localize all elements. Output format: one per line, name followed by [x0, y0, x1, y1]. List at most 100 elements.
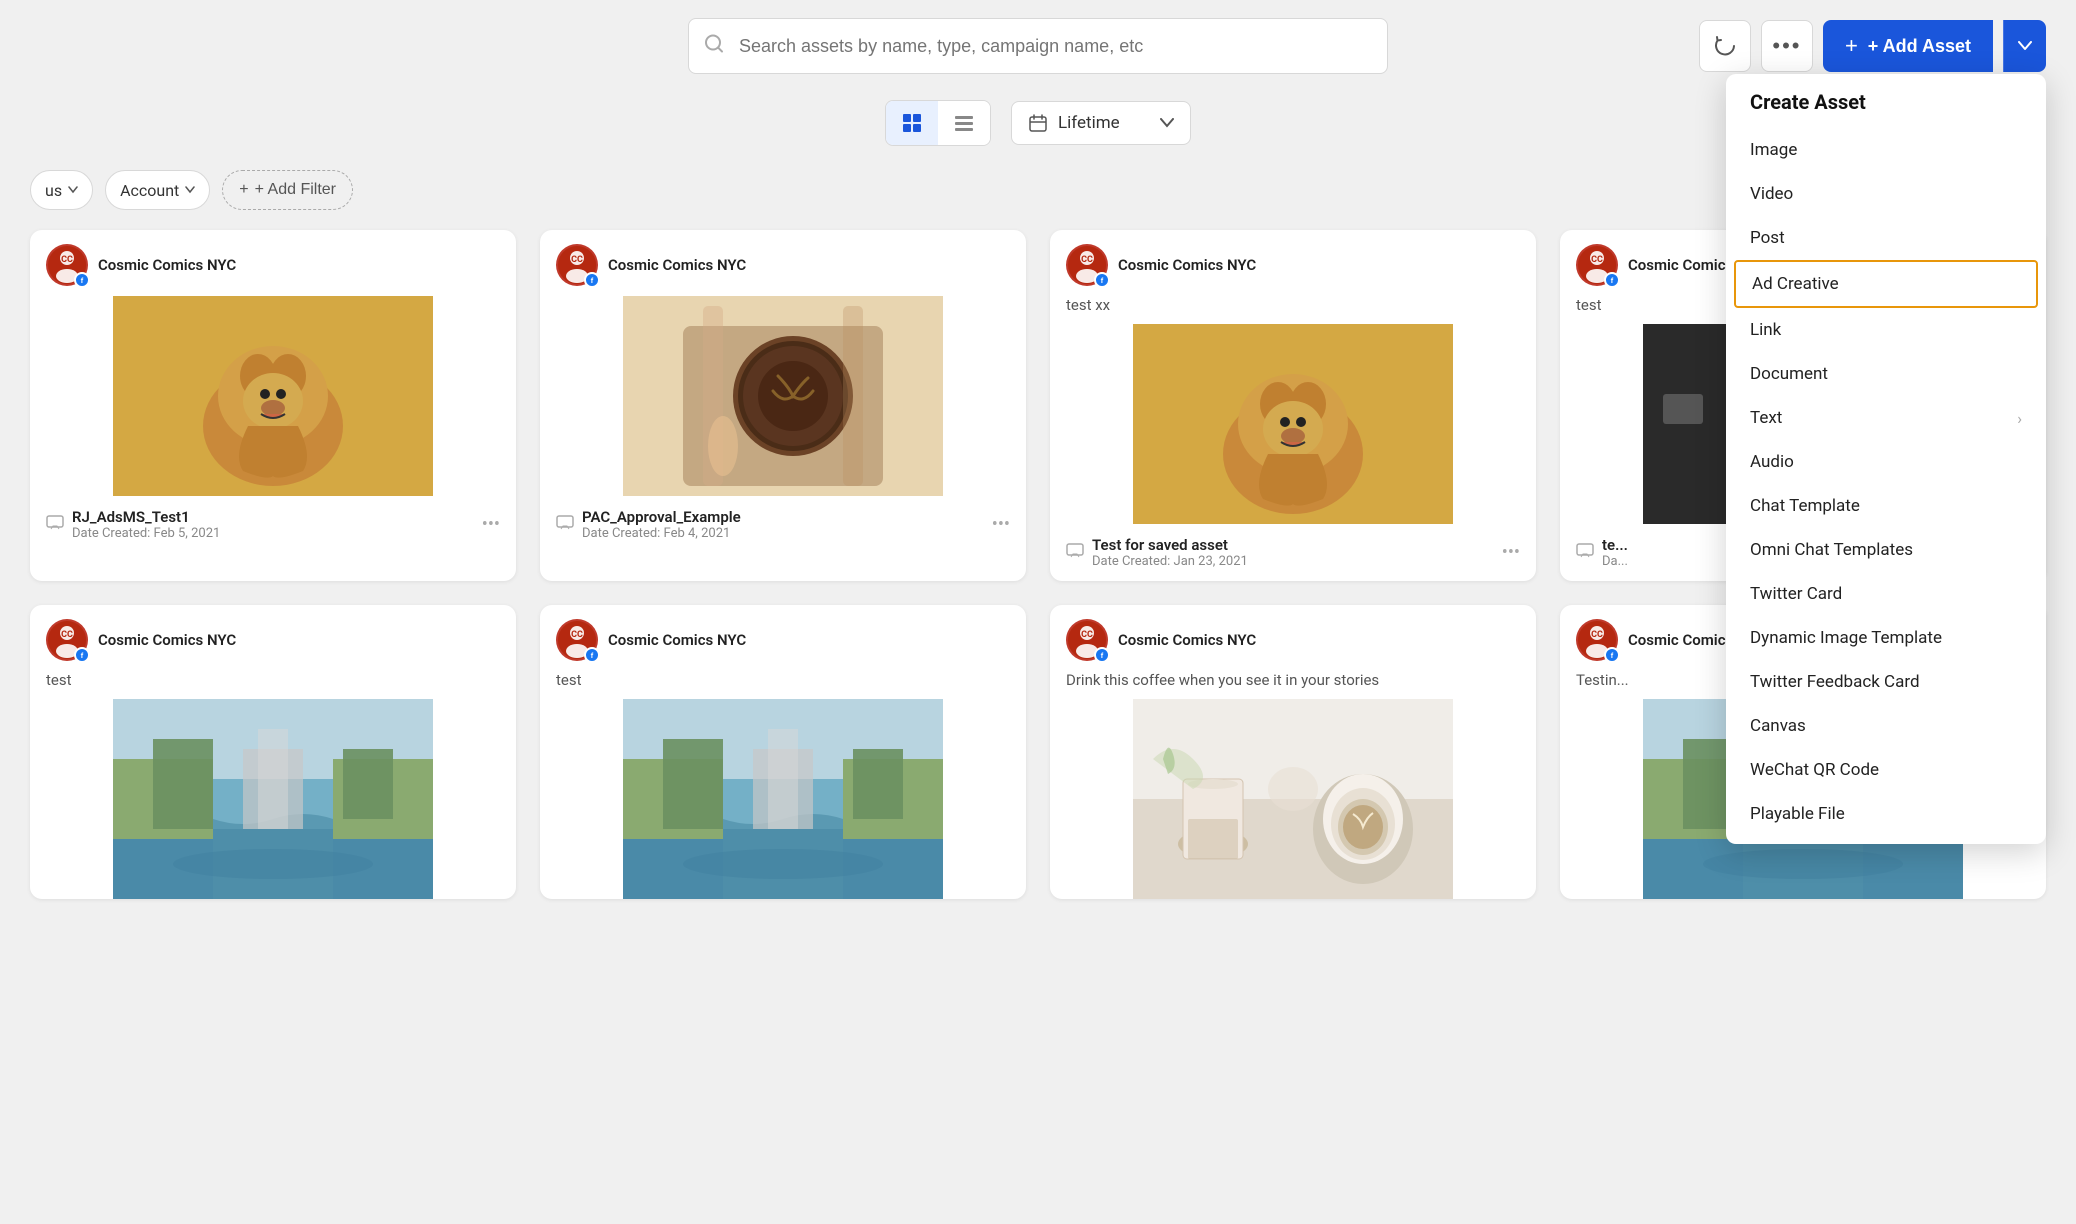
- dropdown-item-label: Image: [1750, 140, 1797, 160]
- fb-badge: f: [1094, 647, 1110, 663]
- dropdown-item-omni-chat-templates[interactable]: Omni Chat Templates: [1726, 528, 2046, 572]
- brand-avatar: CC f: [1066, 619, 1108, 661]
- refresh-button[interactable]: [1699, 20, 1751, 72]
- dropdown-item-label: Playable File: [1750, 804, 1845, 824]
- brand-avatar: CC f: [1576, 619, 1618, 661]
- asset-card[interactable]: CC f Cosmic Comics NYC test: [540, 605, 1026, 899]
- add-filter-button[interactable]: + + Add Filter: [222, 170, 353, 210]
- dropdown-item-chat-template[interactable]: Chat Template: [1726, 484, 2046, 528]
- brand-avatar: CC f: [556, 619, 598, 661]
- search-input[interactable]: [688, 18, 1388, 74]
- asset-card-footer: Test for saved asset Date Created: Jan 2…: [1050, 524, 1536, 581]
- svg-text:CC: CC: [571, 630, 583, 640]
- calendar-icon: [1028, 113, 1048, 133]
- top-actions: ••• + + Add Asset: [1699, 20, 2046, 72]
- asset-more-button[interactable]: •••: [482, 514, 500, 535]
- asset-card-header: CC f Cosmic Comics NYC: [30, 605, 516, 671]
- dropdown-title: Create Asset: [1726, 90, 2046, 128]
- more-button[interactable]: •••: [1761, 20, 1813, 72]
- add-asset-dropdown-button[interactable]: [2003, 20, 2046, 72]
- dropdown-item-audio[interactable]: Audio: [1726, 440, 2046, 484]
- dropdown-item-canvas[interactable]: Canvas: [1726, 704, 2046, 748]
- dropdown-item-link[interactable]: Link: [1726, 308, 2046, 352]
- dropdown-item-ad-creative[interactable]: Ad Creative: [1734, 260, 2038, 308]
- dropdown-item-document[interactable]: Document: [1726, 352, 2046, 396]
- filter-chip-account[interactable]: Account: [105, 170, 210, 210]
- asset-card-footer: RJ_AdsMS_Test1 Date Created: Feb 5, 2021…: [30, 496, 516, 553]
- asset-more-button[interactable]: •••: [992, 514, 1010, 535]
- asset-card[interactable]: CC f Cosmic Comics NYC test xx: [1050, 230, 1536, 581]
- dropdown-item-dynamic-image-template[interactable]: Dynamic Image Template: [1726, 616, 2046, 660]
- asset-card-header: CC f Cosmic Comics NYC: [540, 605, 1026, 671]
- fb-badge: f: [1094, 272, 1110, 288]
- dropdown-item-twitter-card[interactable]: Twitter Card: [1726, 572, 2046, 616]
- lifetime-select[interactable]: Lifetime: [1011, 101, 1191, 145]
- dropdown-item-post[interactable]: Post: [1726, 216, 2046, 260]
- add-asset-button[interactable]: + + Add Asset: [1823, 20, 1993, 72]
- dropdown-item-text[interactable]: Text ›: [1726, 396, 2046, 440]
- asset-card[interactable]: CC f Cosmic Comics NYC: [30, 230, 516, 581]
- fb-badge: f: [74, 647, 90, 663]
- brand-avatar: CC f: [556, 244, 598, 286]
- dropdown-item-label: Post: [1750, 228, 1785, 248]
- dropdown-item-video[interactable]: Video: [1726, 172, 2046, 216]
- dropdown-item-playable-file[interactable]: Playable File: [1726, 792, 2046, 836]
- asset-title: Drink this coffee when you see it in you…: [1050, 671, 1536, 699]
- list-view-button[interactable]: [938, 101, 990, 145]
- brand-name: Cosmic Comics NYC: [1118, 631, 1256, 649]
- dropdown-item-arrow-icon: ›: [2017, 409, 2022, 428]
- brand-avatar: CC f: [1066, 244, 1108, 286]
- add-asset-label: + Add Asset: [1868, 36, 1971, 57]
- brand-avatar: CC f: [1576, 244, 1618, 286]
- fb-badge: f: [584, 272, 600, 288]
- grid-view-button[interactable]: [886, 101, 938, 145]
- asset-card[interactable]: CC f Cosmic Comics NYC: [540, 230, 1026, 581]
- lifetime-label: Lifetime: [1058, 113, 1120, 133]
- svg-text:CC: CC: [1591, 255, 1603, 265]
- view-toggle: [885, 100, 991, 146]
- add-filter-plus-icon: +: [239, 181, 248, 199]
- asset-more-button[interactable]: •••: [1502, 542, 1520, 563]
- asset-card-footer: PAC_Approval_Example Date Created: Feb 4…: [540, 496, 1026, 553]
- fb-badge: f: [74, 272, 90, 288]
- dropdown-item-label: Video: [1750, 184, 1793, 204]
- asset-card-header: CC f Cosmic Comics NYC: [540, 230, 1026, 296]
- dropdown-item-label: Twitter Feedback Card: [1750, 672, 1920, 692]
- asset-meta: RJ_AdsMS_Test1 Date Created: Feb 5, 2021: [72, 508, 474, 541]
- svg-text:CC: CC: [571, 255, 583, 265]
- fb-badge: f: [1604, 647, 1620, 663]
- message-icon: [556, 515, 574, 535]
- asset-date: Date Created: Feb 4, 2021: [582, 526, 984, 541]
- dropdown-item-label: Canvas: [1750, 716, 1806, 736]
- create-asset-dropdown: Create Asset Image Video Post Ad Creative Li…: [1726, 74, 2046, 844]
- filter-account-chevron-icon: [185, 186, 195, 194]
- brand-name: Cosmic Comics NYC: [608, 256, 746, 274]
- dropdown-item-image[interactable]: Image: [1726, 128, 2046, 172]
- asset-name: Test for saved asset: [1092, 536, 1494, 554]
- dropdown-item-label: Omni Chat Templates: [1750, 540, 1913, 560]
- brand-avatar: CC f: [46, 244, 88, 286]
- filter-chip-status[interactable]: us: [30, 170, 93, 210]
- asset-title: test xx: [1050, 296, 1536, 324]
- dropdown-item-label: Dynamic Image Template: [1750, 628, 1942, 648]
- asset-card-header: CC f Cosmic Comics NYC: [30, 230, 516, 296]
- dropdown-item-wechat-qr-code[interactable]: WeChat QR Code: [1726, 748, 2046, 792]
- filter-account-label: Account: [120, 181, 179, 200]
- dropdown-item-twitter-feedback-card[interactable]: Twitter Feedback Card: [1726, 660, 2046, 704]
- asset-card[interactable]: CC f Cosmic Comics NYC Drink this coffee…: [1050, 605, 1536, 899]
- brand-name: Cosmic Comics NYC: [98, 256, 236, 274]
- asset-date: Date Created: Jan 23, 2021: [1092, 554, 1494, 569]
- plus-icon: +: [1845, 33, 1858, 59]
- message-icon: [1576, 543, 1594, 563]
- svg-text:CC: CC: [61, 255, 73, 265]
- dropdown-item-label: Text: [1750, 408, 1782, 428]
- dropdown-item-label: Ad Creative: [1752, 274, 1839, 294]
- dropdown-item-label: Link: [1750, 320, 1781, 340]
- asset-card[interactable]: CC f Cosmic Comics NYC test: [30, 605, 516, 899]
- message-icon: [46, 515, 64, 535]
- asset-name: RJ_AdsMS_Test1: [72, 508, 474, 526]
- message-icon: [1066, 543, 1084, 563]
- dropdown-item-label: WeChat QR Code: [1750, 760, 1879, 780]
- asset-card-header: CC f Cosmic Comics NYC: [1050, 230, 1536, 296]
- more-icon: •••: [1772, 33, 1801, 59]
